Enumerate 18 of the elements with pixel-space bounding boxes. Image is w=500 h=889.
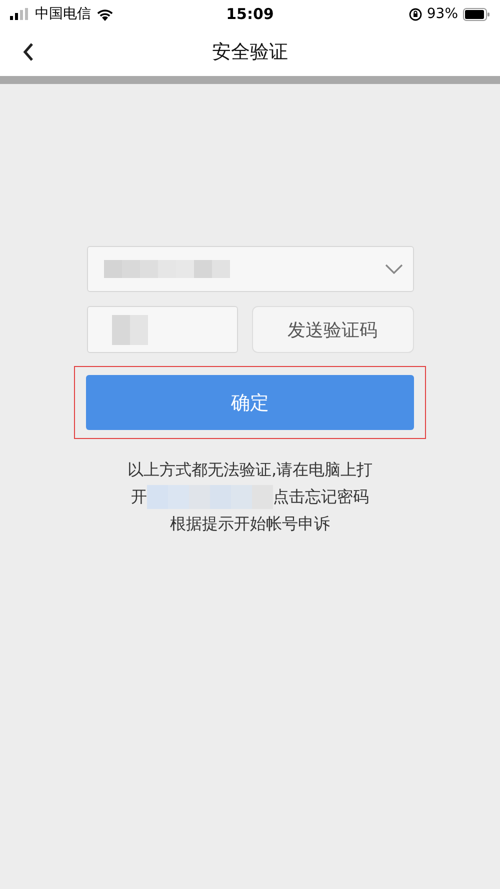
page-title: 安全验证 [212, 40, 288, 65]
chevron-down-icon [384, 264, 402, 274]
battery-percent: 93% [426, 6, 458, 22]
account-dropdown[interactable] [86, 246, 414, 292]
carrier-name: 中国电信 [35, 5, 91, 23]
signal-icon [10, 8, 30, 20]
send-code-button[interactable]: 发送验证码 [252, 306, 414, 353]
wifi-icon [96, 8, 114, 20]
notice-text: 点击忘记密码 [273, 486, 369, 508]
blurred-code [112, 314, 148, 344]
code-input-field[interactable] [86, 306, 238, 353]
rotation-lock-icon [408, 8, 422, 20]
back-chevron-icon [22, 42, 34, 62]
battery-icon [463, 8, 490, 20]
clock-time: 15:09 [226, 5, 274, 23]
notice-text: 以上方式都无法验证,请在电脑上打 [127, 459, 373, 481]
notice-text: 开 [131, 486, 147, 508]
notice-text: 根据提示开始帐号申诉 [170, 513, 330, 535]
